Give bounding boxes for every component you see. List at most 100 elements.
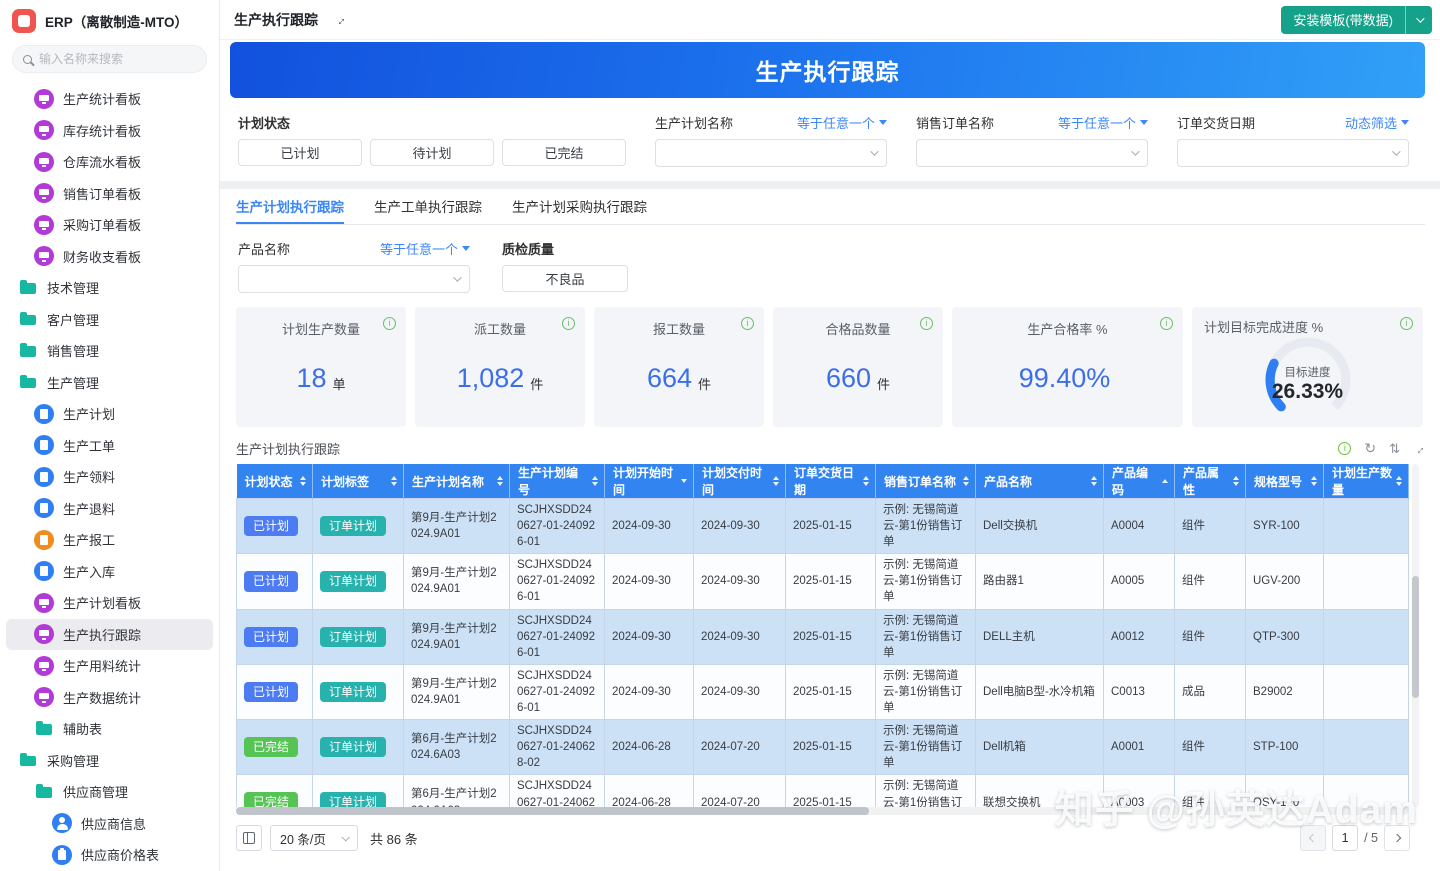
sort-arrows-icon[interactable] [1311, 476, 1317, 486]
sidebar-search[interactable] [12, 45, 207, 73]
table-column-header[interactable]: 销售订单名称 [876, 464, 976, 499]
table-row[interactable]: 已计划 订单计划 第9月-生产计划2024.9A01 SCJHXSDD24062… [237, 664, 1409, 719]
install-template-button[interactable]: 安装模板(带数据) [1281, 6, 1432, 34]
sidebar-item[interactable]: 生产领料 [6, 461, 213, 493]
sidebar-item[interactable]: 生产工单 [6, 430, 213, 462]
sidebar-item[interactable]: 销售管理 [6, 335, 213, 367]
sort-arrows-icon[interactable] [963, 476, 969, 486]
table-row[interactable]: 已计划 订单计划 第9月-生产计划2024.9A01 SCJHXSDD24062… [237, 499, 1409, 554]
sidebar-item[interactable]: 销售订单看板 [6, 178, 213, 210]
info-icon[interactable] [562, 317, 575, 330]
table-column-header[interactable]: 订单交货日期 [786, 464, 876, 499]
sidebar-item[interactable]: 生产入库 [6, 556, 213, 588]
sidebar-item[interactable]: 财务收支看板 [6, 241, 213, 273]
prev-page-button[interactable] [1300, 825, 1326, 851]
sort-arrows-icon[interactable] [1091, 476, 1097, 486]
info-icon[interactable] [383, 317, 396, 330]
sales-order-select[interactable] [916, 139, 1148, 167]
sidebar-item[interactable]: 供应商信息 [6, 808, 213, 840]
info-icon[interactable] [920, 317, 933, 330]
sort-arrows-icon[interactable] [300, 476, 306, 486]
sort-settings-icon[interactable] [1389, 441, 1400, 457]
table-row[interactable]: 已完结 订单计划 第6月-生产计划2024.6A03 SCJHXSDD24062… [237, 720, 1409, 775]
table-column-header[interactable]: 计划生产数量 [1324, 464, 1409, 499]
sidebar-item[interactable]: 采购订单看板 [6, 209, 213, 241]
table-column-header[interactable]: 计划标签 [313, 464, 404, 499]
info-icon[interactable] [1400, 317, 1413, 330]
sort-arrows-icon[interactable] [773, 476, 779, 486]
install-template-label[interactable]: 安装模板(带数据) [1281, 6, 1405, 34]
table-column-header[interactable]: 计划状态 [237, 464, 313, 499]
plan-status-option-button[interactable]: 已完结 [502, 139, 626, 166]
column-settings-button[interactable] [236, 825, 262, 851]
sales-order-operator-link[interactable]: 等于任意一个 [1058, 113, 1148, 132]
sort-arrows-icon[interactable] [1233, 476, 1239, 486]
sidebar-item[interactable]: 仓库流水看板 [6, 146, 213, 178]
page-number-input[interactable] [1332, 825, 1358, 851]
sidebar-item[interactable]: 辅助表 [6, 713, 213, 745]
tracking-tab[interactable]: 生产计划执行跟踪 [236, 189, 344, 224]
sort-arrows-icon[interactable] [592, 476, 598, 486]
delivery-date-select[interactable] [1177, 139, 1409, 167]
product-name-operator-link[interactable]: 等于任意一个 [380, 239, 470, 258]
page-size-select[interactable]: 20 条/页 [270, 825, 358, 851]
table-column-header[interactable]: 生产计划名称 [404, 464, 510, 499]
sidebar-item[interactable]: 客户管理 [6, 304, 213, 336]
sidebar-item-icon [34, 404, 54, 424]
defective-option-button[interactable]: 不良品 [502, 265, 628, 292]
sidebar-item[interactable]: 生产用料统计 [6, 650, 213, 682]
sort-arrows-icon[interactable] [681, 479, 687, 483]
delivery-date-operator-link[interactable]: 动态筛选 [1345, 113, 1409, 132]
sort-arrows-icon[interactable] [863, 476, 869, 486]
fullscreen-icon[interactable] [1413, 441, 1425, 456]
sidebar-item[interactable]: 供应商价格表 [6, 839, 213, 871]
sidebar-item[interactable]: 技术管理 [6, 272, 213, 304]
install-template-caret[interactable] [1405, 6, 1432, 34]
horizontal-scrollbar[interactable] [236, 807, 1408, 815]
sort-arrows-icon[interactable] [1162, 479, 1168, 483]
table-column-header[interactable]: 计划开始时间 [605, 464, 694, 499]
table-column-header[interactable]: 计划交付时间 [694, 464, 786, 499]
table-column-header[interactable]: 产品编码 [1104, 464, 1175, 499]
sidebar-item[interactable]: 生产统计看板 [6, 83, 213, 115]
table-column-header[interactable]: 生产计划编号 [510, 464, 605, 499]
tracking-tab[interactable]: 生产工单执行跟踪 [374, 189, 482, 224]
sidebar-item[interactable]: 生产执行跟踪 [6, 619, 213, 651]
search-input[interactable] [39, 52, 196, 66]
sidebar-item[interactable]: 生产数据统计 [6, 682, 213, 714]
sort-arrows-icon[interactable] [391, 476, 397, 486]
next-page-button[interactable] [1384, 825, 1410, 851]
info-icon[interactable] [1338, 442, 1351, 455]
plan-name-operator-link[interactable]: 等于任意一个 [797, 113, 887, 132]
sidebar-item[interactable]: 生产计划 [6, 398, 213, 430]
table-zone: 计划状态 计划标签 [236, 464, 1410, 815]
product-name-select[interactable] [238, 265, 470, 293]
refresh-icon[interactable] [1364, 440, 1376, 457]
table-column-header[interactable]: 规格型号 [1246, 464, 1324, 499]
info-icon[interactable] [741, 317, 754, 330]
vertical-scrollbar[interactable] [1412, 464, 1419, 807]
scrollbar-thumb[interactable] [236, 807, 869, 815]
sidebar-item[interactable]: 生产报工 [6, 524, 213, 556]
qty-cell [1324, 664, 1409, 719]
sidebar-item[interactable]: 供应商管理 [6, 776, 213, 808]
sidebar-item[interactable]: 生产管理 [6, 367, 213, 399]
table-column-header[interactable]: 产品属性 [1175, 464, 1246, 499]
sidebar-item[interactable]: 采购管理 [6, 745, 213, 777]
plan-status-option-button[interactable]: 已计划 [238, 139, 362, 166]
table-column-header[interactable]: 产品名称 [976, 464, 1104, 499]
table-row[interactable]: 已计划 订单计划 第9月-生产计划2024.9A01 SCJHXSDD24062… [237, 609, 1409, 664]
sort-arrows-icon[interactable] [497, 476, 503, 486]
expand-icon[interactable] [334, 13, 346, 27]
plan-status-option-button[interactable]: 待计划 [370, 139, 494, 166]
sort-arrows-icon[interactable] [1396, 476, 1402, 486]
scrollbar-thumb[interactable] [1412, 576, 1419, 698]
sidebar-item[interactable]: 生产计划看板 [6, 587, 213, 619]
tracking-tab[interactable]: 生产计划采购执行跟踪 [512, 189, 647, 224]
info-icon[interactable] [1160, 317, 1173, 330]
sidebar-item[interactable]: 库存统计看板 [6, 115, 213, 147]
table-row[interactable]: 已计划 订单计划 第9月-生产计划2024.9A01 SCJHXSDD24062… [237, 554, 1409, 609]
sidebar-item[interactable]: 生产退料 [6, 493, 213, 525]
table-row[interactable]: 已完结 订单计划 第6月-生产计划2024.6A03 SCJHXSDD24062… [237, 775, 1409, 807]
plan-name-select[interactable] [655, 139, 887, 167]
